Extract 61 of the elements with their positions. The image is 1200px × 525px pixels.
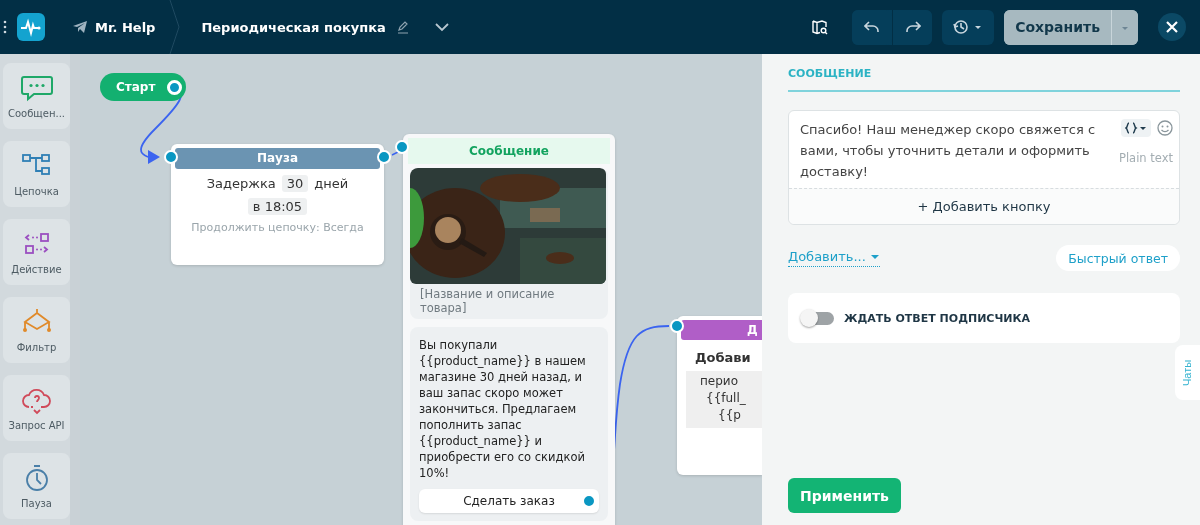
history-button[interactable]: [942, 9, 995, 45]
block-tile[interactable]: Запрос API: [3, 375, 70, 441]
time-value: в 18:05: [247, 198, 308, 215]
add-button-button[interactable]: + Добавить кнопку: [789, 188, 1179, 224]
close-button[interactable]: [1158, 13, 1186, 41]
redo-icon: [904, 20, 921, 34]
delay-value: 30: [281, 175, 309, 192]
message-text: Вы покупали {{product_name}} в нашем магазине 30 дней назад, и ваш запас скоро может закончиться. Предлагаем пополнить запас {{product_name}} и приобрести его со скидкой 10%!: [419, 337, 587, 481]
delay-unit: дней: [314, 176, 349, 191]
product-caption: [Название и описание товара]: [419, 286, 556, 317]
block-tile[interactable]: Цепочка: [3, 141, 70, 207]
pencil-icon[interactable]: [395, 20, 410, 34]
action-line: перио: [700, 373, 739, 390]
chevron-down-icon[interactable]: [433, 22, 450, 32]
caret-icon: [1120, 25, 1130, 32]
continue-condition: Продолжить цепочку: Всегда: [191, 221, 364, 234]
input-port-icon[interactable]: [164, 150, 178, 164]
bot-breadcrumb[interactable]: Mr. Help: [73, 19, 156, 35]
node-header: Д: [681, 320, 762, 340]
action-line: {{full_: [705, 390, 747, 407]
output-port-icon[interactable]: [582, 494, 596, 508]
order-button[interactable]: Сделать заказ: [419, 489, 599, 513]
close-icon: [1165, 20, 1179, 34]
message-input[interactable]: Спасибо! Наш менеджер скоро свяжется с вами, чтобы уточнить детали и оформить доставку!: [800, 119, 1115, 182]
message-node[interactable]: [403, 134, 615, 525]
block-tile[interactable]: Действие: [3, 219, 70, 285]
telegram-icon: [73, 21, 87, 33]
breadcrumb-separator-icon: [169, 0, 182, 54]
action-node[interactable]: Д Добави перио {{full_ {{p: [677, 316, 762, 475]
chat-bubble-icon: [19, 73, 54, 103]
variables-button[interactable]: [1121, 119, 1151, 137]
toggle-switch[interactable]: [802, 311, 834, 325]
action-line: {{p: [717, 407, 742, 424]
quick-reply-button[interactable]: Быстрый ответ: [1056, 245, 1180, 271]
drag-handle-icon[interactable]: [3, 20, 7, 34]
undo-icon: [864, 20, 881, 34]
node-header: Сообщение: [408, 138, 610, 164]
flow-title: Периодическая покупка: [201, 19, 386, 35]
history-icon: [953, 19, 984, 35]
node-header: Пауза: [175, 148, 380, 169]
arrow-head-icon: [148, 150, 160, 164]
redo-button[interactable]: [892, 9, 933, 45]
action-title: Добави: [695, 350, 752, 365]
logo-icon[interactable]: [17, 13, 45, 41]
block-tile[interactable]: Сообщен...: [3, 63, 70, 129]
delay-label: Задержка: [206, 176, 276, 191]
output-port-icon[interactable]: [377, 150, 391, 164]
message-editor[interactable]: Спасибо! Наш менеджер скоро свяжется с вами, чтобы уточнить детали и оформить доставку! Plain text + Добавить кнопку: [788, 110, 1180, 225]
caret-icon: [869, 253, 880, 260]
connector-line: [391, 151, 399, 156]
emoji-icon[interactable]: [1157, 120, 1173, 136]
save-options-button[interactable]: [1111, 9, 1138, 45]
input-port-icon[interactable]: [395, 140, 409, 154]
block-tile[interactable]: Пауза: [3, 453, 70, 519]
input-port-icon[interactable]: [670, 319, 684, 333]
block-tile[interactable]: Фильтр: [3, 297, 70, 363]
toggle-label: ЖДАТЬ ОТВЕТ ПОДПИСЧИКА: [844, 311, 1031, 325]
section-title: СООБЩЕНИЕ: [788, 67, 1180, 92]
pause-node[interactable]: Пауза Задержка 30 дней в 18:05 Продолжить цепочку: Всегда: [171, 144, 384, 265]
map-search-icon[interactable]: [812, 19, 829, 35]
output-port-icon[interactable]: [167, 79, 182, 95]
